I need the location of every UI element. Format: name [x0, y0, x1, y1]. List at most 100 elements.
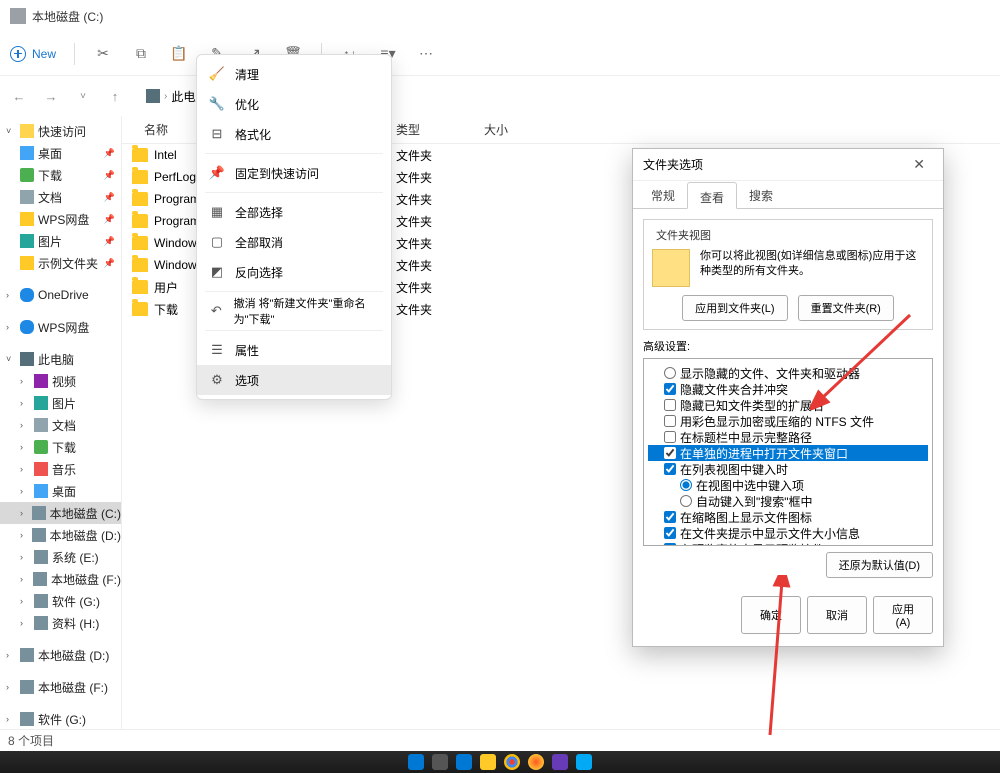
explorer-icon[interactable]	[480, 754, 496, 770]
checkbox[interactable]	[664, 511, 676, 523]
ctx-cleanup[interactable]: 🧹清理	[197, 59, 391, 89]
opt-ntfs-color[interactable]: 用彩色显示加密或压缩的 NTFS 文件	[648, 413, 928, 429]
tab-view[interactable]: 查看	[687, 182, 737, 209]
pin-icon: 📌	[104, 148, 115, 159]
document-icon	[34, 418, 48, 432]
sidebar-onedrive[interactable]: ›OneDrive	[0, 284, 121, 306]
opt-hide-merge[interactable]: 隐藏文件夹合并冲突	[648, 381, 928, 397]
folder-icon	[20, 256, 34, 270]
checkbox[interactable]	[664, 543, 676, 546]
opt-type-search[interactable]: 自动键入到"搜索"框中	[648, 493, 928, 509]
reset-folders-button[interactable]: 重置文件夹(R)	[798, 295, 894, 321]
tab-search[interactable]: 搜索	[737, 181, 785, 208]
task-icon[interactable]	[432, 754, 448, 770]
titlebar: 本地磁盘 (C:)	[0, 0, 1000, 32]
checkbox[interactable]	[664, 463, 676, 475]
opt-show-hidden[interactable]: 显示隐藏的文件、文件夹和驱动器	[648, 365, 928, 381]
ok-button[interactable]: 确定	[741, 596, 801, 634]
tab-general[interactable]: 常规	[639, 181, 687, 208]
opt-full-path[interactable]: 在标题栏中显示完整路径	[648, 429, 928, 445]
sidebar-documents[interactable]: 文档📌	[0, 186, 121, 208]
cut-icon[interactable]: ✂	[93, 44, 113, 64]
checkbox[interactable]	[664, 447, 676, 459]
sidebar-downloads[interactable]: 下载📌	[0, 164, 121, 186]
sidebar-wps2[interactable]: ›WPS网盘	[0, 316, 121, 338]
ctx-format[interactable]: ⊟格式化	[197, 119, 391, 149]
task-icon[interactable]	[552, 754, 568, 770]
radio[interactable]	[680, 495, 692, 507]
sidebar-quick-access[interactable]: ˅快速访问	[0, 120, 121, 142]
opt-type-in-list[interactable]: 在列表视图中键入时	[648, 461, 928, 477]
new-button[interactable]: New	[10, 46, 56, 62]
undo-icon: ↶	[209, 303, 224, 319]
advanced-settings-tree[interactable]: 显示隐藏的文件、文件夹和驱动器 隐藏文件夹合并冲突 隐藏已知文件类型的扩展名 用…	[643, 358, 933, 546]
ctx-invert-select[interactable]: ◩反向选择	[197, 257, 391, 287]
ctx-optimize[interactable]: 🔧优化	[197, 89, 391, 119]
paste-icon[interactable]: 📋	[169, 44, 189, 64]
disk-icon	[34, 594, 48, 608]
apply-button[interactable]: 应用(A)	[873, 596, 933, 634]
col-type[interactable]: 类型	[392, 121, 480, 138]
ctx-options[interactable]: ⚙选项	[197, 365, 391, 395]
forward-button[interactable]: →	[42, 89, 60, 104]
sidebar-desktop[interactable]: 桌面📌	[0, 142, 121, 164]
more-icon[interactable]: ⋯	[416, 44, 436, 64]
chrome-icon[interactable]	[504, 754, 520, 770]
radio[interactable]	[664, 367, 676, 379]
start-button[interactable]	[408, 754, 424, 770]
checkbox[interactable]	[664, 431, 676, 443]
radio[interactable]	[680, 479, 692, 491]
task-icon[interactable]	[456, 754, 472, 770]
up-button[interactable]: ↑	[106, 89, 124, 104]
sidebar-drive-g2[interactable]: ›软件 (G:)	[0, 708, 121, 730]
opt-preview-ctrl[interactable]: 在预览窗格中显示预览控件	[648, 541, 928, 546]
opt-size-tip[interactable]: 在文件夹提示中显示文件大小信息	[648, 525, 928, 541]
sidebar-drive-c[interactable]: ›本地磁盘 (C:)	[0, 502, 121, 524]
opt-type-select[interactable]: 在视图中选中键入项	[648, 477, 928, 493]
history-button[interactable]: ˅	[74, 91, 92, 102]
sidebar-pictures[interactable]: 图片📌	[0, 230, 121, 252]
checkbox[interactable]	[664, 527, 676, 539]
ctx-properties[interactable]: ☰属性	[197, 335, 391, 365]
back-button[interactable]: ←	[10, 89, 28, 104]
opt-thumb-icon[interactable]: 在缩略图上显示文件图标	[648, 509, 928, 525]
sidebar-example[interactable]: 示例文件夹📌	[0, 252, 121, 274]
sidebar-drive-e[interactable]: ›系统 (E:)	[0, 546, 121, 568]
status-text: 8 个项目	[8, 732, 54, 749]
ctx-undo[interactable]: ↶撤消 将"新建文件夹"重命名为"下载"	[197, 296, 391, 326]
close-button[interactable]: ✕	[905, 152, 933, 177]
checkbox[interactable]	[664, 399, 676, 411]
separator	[74, 43, 75, 65]
checkbox[interactable]	[664, 415, 676, 427]
opt-hide-ext[interactable]: 隐藏已知文件类型的扩展名	[648, 397, 928, 413]
sidebar-wps[interactable]: WPS网盘📌	[0, 208, 121, 230]
sidebar-video[interactable]: ›视频	[0, 370, 121, 392]
sidebar-drive-f2[interactable]: ›本地磁盘 (F:)	[0, 676, 121, 698]
sidebar-drive-g[interactable]: ›软件 (G:)	[0, 590, 121, 612]
col-size[interactable]: 大小	[480, 121, 508, 138]
sidebar-pictures2[interactable]: ›图片	[0, 392, 121, 414]
sidebar-drive-f[interactable]: ›本地磁盘 (F:)	[0, 568, 121, 590]
sidebar-desktop2[interactable]: ›桌面	[0, 480, 121, 502]
sidebar-drive-h[interactable]: ›资料 (H:)	[0, 612, 121, 634]
ctx-select-all[interactable]: ▦全部选择	[197, 197, 391, 227]
sidebar-drive-d2[interactable]: ›本地磁盘 (D:)	[0, 644, 121, 666]
sidebar-drive-d[interactable]: ›本地磁盘 (D:)	[0, 524, 121, 546]
dialog-body: 文件夹视图 你可以将此视图(如详细信息或图标)应用于这种类型的所有文件夹。 应用…	[633, 209, 943, 588]
cancel-button[interactable]: 取消	[807, 596, 867, 634]
task-icon[interactable]	[576, 754, 592, 770]
sidebar-music[interactable]: ›音乐	[0, 458, 121, 480]
opt-separate-process[interactable]: 在单独的进程中打开文件夹窗口	[648, 445, 928, 461]
apply-to-folders-button[interactable]: 应用到文件夹(L)	[682, 295, 787, 321]
restore-defaults-button[interactable]: 还原为默认值(D)	[826, 552, 933, 578]
separator	[205, 291, 383, 292]
file-type: 文件夹	[392, 213, 480, 230]
copy-icon[interactable]: ⧉	[131, 44, 151, 64]
ctx-pin-quick[interactable]: 📌固定到快速访问	[197, 158, 391, 188]
task-icon[interactable]	[528, 754, 544, 770]
sidebar-documents2[interactable]: ›文档	[0, 414, 121, 436]
sidebar-thispc[interactable]: ˅此电脑	[0, 348, 121, 370]
checkbox[interactable]	[664, 383, 676, 395]
sidebar-downloads2[interactable]: ›下载	[0, 436, 121, 458]
ctx-select-none[interactable]: ▢全部取消	[197, 227, 391, 257]
